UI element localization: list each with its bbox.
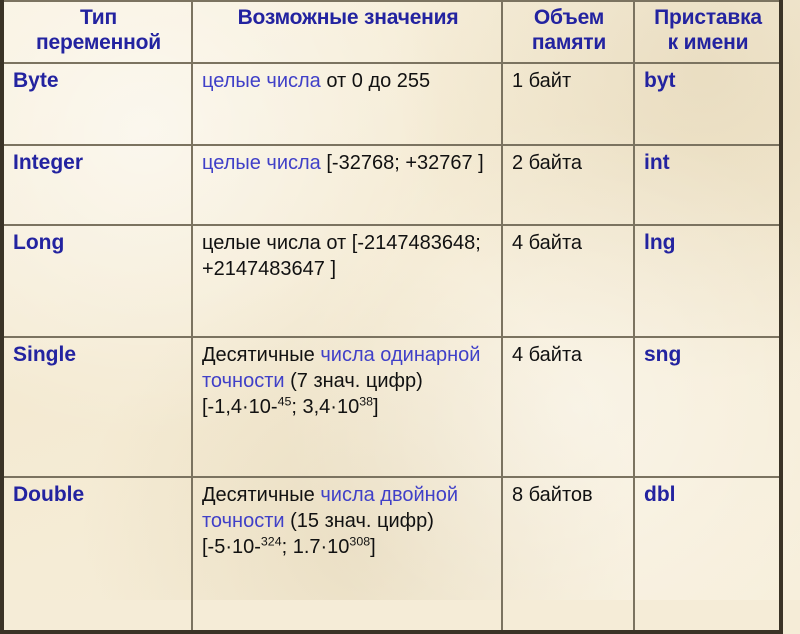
text-run: целые числа от [-2147483648; +2147483647… [202, 231, 481, 280]
cell-name-prefix: int [633, 143, 782, 226]
column-header-type: Тип переменной [1, 0, 193, 64]
table-row: Byte целые числа от 0 до 255 1 байт byt [1, 61, 782, 146]
column-header-prefix: Приставка к имени [633, 0, 782, 64]
text-run: Десятичные [202, 483, 321, 506]
text-run: ] [373, 396, 379, 419]
cell-possible-values: целые числа от [-2147483648; +2147483647… [191, 223, 503, 338]
cell-possible-values: целые числа [-32768; +32767 ] [191, 143, 503, 226]
text-run: от 0 до 255 [326, 69, 431, 92]
cell-name-prefix: sng [633, 335, 782, 478]
header-row: Тип переменной Возможные значения Объем … [1, 0, 782, 64]
variable-types-table: Тип переменной Возможные значения Объем … [0, 0, 783, 634]
cell-memory-size: 4 байта [501, 335, 635, 478]
table-body: Byte целые числа от 0 до 255 1 байт byt … [1, 61, 782, 634]
table-row: Integer целые числа [-32768; +32767 ] 2 … [1, 143, 782, 226]
text-run: Десятичные [202, 343, 321, 366]
column-header-memory: Объем памяти [501, 0, 635, 64]
text-run: ] [370, 536, 376, 559]
exponent: 324 [260, 534, 282, 549]
cell-name-prefix: dbl [633, 475, 782, 634]
text-run: ; 3,4·10 [291, 396, 360, 419]
cell-type-name: Long [1, 223, 193, 338]
slide-background: Тип переменной Возможные значения Объем … [0, 0, 800, 634]
exponent: 308 [349, 534, 371, 549]
text-run: целые числа [202, 69, 327, 92]
cell-type-name: Single [1, 335, 193, 478]
cell-possible-values: Десятичные числа одинарной точности (7 з… [191, 335, 503, 478]
column-header-values: Возможные значения [191, 0, 503, 64]
exponent: 45 [277, 394, 292, 409]
exponent: 38 [359, 394, 374, 409]
table-row: Single Десятичные числа одинарной точнос… [1, 335, 782, 478]
table-row: Double Десятичные числа двойной точности… [1, 475, 782, 634]
text-run: ; 1.7·10 [281, 536, 350, 559]
table-row: Long целые числа от [-2147483648; +21474… [1, 223, 782, 338]
cell-name-prefix: byt [633, 61, 782, 146]
cell-memory-size: 2 байта [501, 143, 635, 226]
cell-memory-size: 4 байта [501, 223, 635, 338]
text-run: целые числа [202, 151, 321, 174]
cell-type-name: Integer [1, 143, 193, 226]
cell-memory-size: 1 байт [501, 61, 635, 146]
cell-possible-values: целые числа от 0 до 255 [191, 61, 503, 146]
table-header: Тип переменной Возможные значения Объем … [1, 0, 782, 64]
cell-type-name: Double [1, 475, 193, 634]
cell-name-prefix: lng [633, 223, 782, 338]
text-run: [-32768; +32767 ] [320, 151, 484, 174]
cell-type-name: Byte [1, 61, 193, 146]
cell-memory-size: 8 байтов [501, 475, 635, 634]
cell-possible-values: Десятичные числа двойной точности (15 зн… [191, 475, 503, 634]
